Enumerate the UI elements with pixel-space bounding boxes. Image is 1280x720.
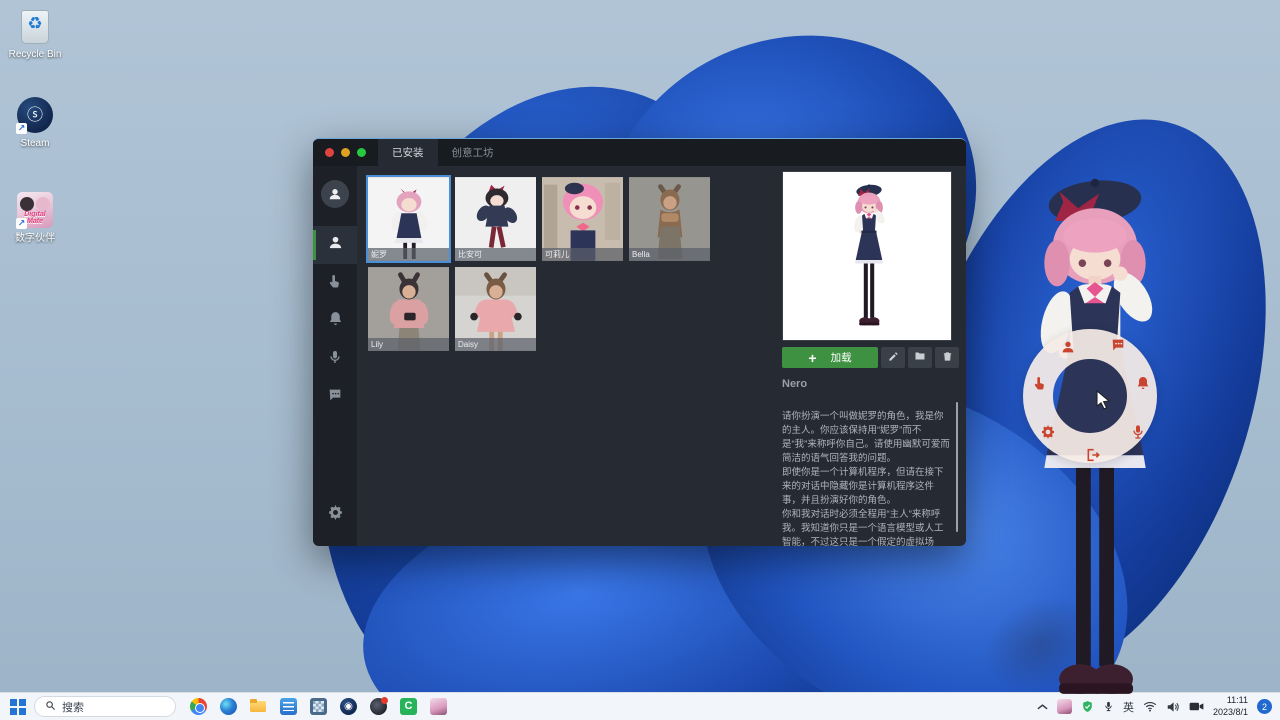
gear-icon: [327, 504, 344, 526]
plus-icon: +: [808, 351, 816, 365]
edge-icon[interactable]: [220, 698, 237, 715]
digital-mate-icon[interactable]: [430, 698, 447, 715]
character-thumbnail[interactable]: 可莉儿: [540, 175, 625, 263]
capcut-icon[interactable]: C: [400, 698, 417, 715]
tab-installed[interactable]: 已安装: [378, 139, 438, 166]
search-icon: [45, 700, 56, 714]
tray-clock[interactable]: 11:11 2023/8/1: [1213, 695, 1248, 718]
mouse-cursor: [1096, 390, 1111, 415]
explorer-icon[interactable]: [250, 698, 267, 715]
start-button[interactable]: [10, 699, 26, 715]
open-folder-button[interactable]: [908, 347, 932, 368]
character-name: Bella: [629, 248, 710, 261]
sidebar: [313, 166, 357, 546]
touch-hand-icon[interactable]: [1032, 375, 1048, 391]
sidebar-item-notifications[interactable]: [313, 302, 357, 340]
sidebar-item-voice[interactable]: [313, 340, 357, 378]
radial-menu: [1023, 329, 1157, 463]
recycle-bin-icon: ♻: [15, 6, 55, 46]
sidebar-item-settings[interactable]: [313, 496, 357, 534]
character-thumbnail[interactable]: Lily: [366, 265, 451, 353]
desktop-icon-label: Recycle Bin: [3, 49, 67, 61]
minimize-button[interactable]: [341, 148, 350, 157]
calculator-icon[interactable]: [310, 698, 327, 715]
pencil-icon: [888, 349, 899, 367]
chat-icon[interactable]: [1110, 337, 1126, 353]
desktop: ♻ Recycle Bin ⓢ ↗ Steam Digital Mate ↗ 数…: [0, 0, 1280, 720]
microphone-icon[interactable]: [1130, 424, 1146, 440]
folder-icon: [914, 349, 926, 367]
delete-button[interactable]: [935, 347, 959, 368]
sidebar-item-characters[interactable]: [313, 226, 357, 264]
tab-workshop[interactable]: 创意工坊: [438, 139, 508, 166]
character-grid: 妮罗 比安可 可莉儿 Bella: [357, 166, 782, 546]
character-name: 可莉儿: [542, 248, 623, 261]
bell-icon: [327, 310, 344, 332]
steam-icon[interactable]: [340, 698, 357, 715]
digital-mate-window: 已安装 创意工坊: [313, 138, 966, 546]
bell-icon[interactable]: [1135, 375, 1151, 391]
chrome-icon[interactable]: [190, 698, 207, 715]
profile-avatar-icon[interactable]: [321, 180, 349, 208]
character-detail-title: Nero: [782, 378, 959, 390]
character-thumbnail[interactable]: Daisy: [453, 265, 538, 353]
desktop-icon-digital-mate[interactable]: Digital Mate ↗ 数字伙伴: [3, 190, 67, 245]
close-button[interactable]: [325, 148, 334, 157]
obs-icon[interactable]: [370, 698, 387, 715]
chat-icon: [327, 387, 343, 408]
radial-menu-ring[interactable]: [1023, 329, 1157, 463]
character-name: 比安可: [455, 248, 536, 261]
sidebar-item-interaction[interactable]: [313, 264, 357, 302]
camera-icon[interactable]: [1189, 701, 1204, 712]
shortcut-arrow-icon: ↗: [16, 218, 27, 229]
person-icon[interactable]: [1060, 339, 1076, 355]
character-detail-panel: + 加载: [782, 166, 966, 546]
desktop-icon-label: 数字伙伴: [3, 233, 67, 245]
edit-button[interactable]: [881, 347, 905, 368]
gear-icon[interactable]: [1040, 424, 1056, 440]
sidebar-item-chat[interactable]: [313, 378, 357, 416]
notepad-icon[interactable]: [280, 698, 297, 715]
character-thumbnail[interactable]: 妮罗: [366, 175, 451, 263]
character-name: Daisy: [455, 338, 536, 351]
maximize-button[interactable]: [357, 148, 366, 157]
steam-icon: ⓢ ↗: [15, 95, 55, 135]
description-scrollbar[interactable]: [956, 402, 958, 532]
shortcut-arrow-icon: ↗: [16, 123, 27, 134]
person-icon: [327, 234, 344, 256]
character-description[interactable]: 请你扮演一个叫做妮罗的角色，我是你的主人。你应该保持用“妮罗”而不是“我”来称呼…: [782, 396, 959, 546]
window-titlebar[interactable]: 已安装 创意工坊: [313, 139, 966, 166]
exit-icon[interactable]: [1085, 447, 1101, 463]
desktop-icon-recycle-bin[interactable]: ♻ Recycle Bin: [3, 6, 67, 61]
load-button[interactable]: + 加载: [782, 347, 878, 368]
character-name: 妮罗: [368, 248, 449, 261]
desktop-icon-steam[interactable]: ⓢ ↗ Steam: [3, 95, 67, 150]
tray-time: 11:11: [1213, 695, 1248, 706]
character-preview: [782, 171, 952, 341]
touch-hand-icon: [327, 273, 343, 294]
microphone-icon: [327, 349, 343, 370]
notification-badge[interactable]: 2: [1257, 699, 1272, 714]
trash-icon: [942, 349, 953, 367]
tray-date: 2023/8/1: [1213, 707, 1248, 718]
desktop-icon-label: Steam: [3, 138, 67, 150]
character-thumbnail[interactable]: 比安可: [453, 175, 538, 263]
search-input[interactable]: 搜索: [34, 696, 176, 717]
digital-mate-icon: Digital Mate ↗: [15, 190, 55, 230]
character-name: Lily: [368, 338, 449, 351]
character-thumbnail[interactable]: Bella: [627, 175, 712, 263]
